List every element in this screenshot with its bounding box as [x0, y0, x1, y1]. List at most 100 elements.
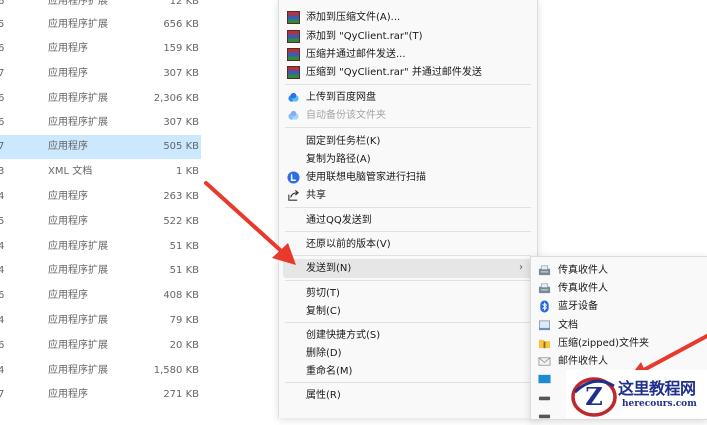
- menu-item-share[interactable]: 共享: [279, 186, 537, 205]
- file-date: 6: [0, 117, 5, 128]
- menu-item-delete[interactable]: 删除(D): [279, 344, 537, 363]
- desktop-icon: [538, 374, 551, 384]
- file-date: 6: [0, 340, 5, 351]
- file-size: 263 KB: [163, 191, 199, 202]
- menu-item-label: 通过QQ发送到: [306, 215, 372, 226]
- fax-icon: [538, 283, 551, 294]
- file-row[interactable]: 6 应用程序扩展 12 KB: [0, 0, 201, 14]
- file-size: 271 KB: [163, 389, 199, 400]
- file-row[interactable]: 7 应用程序 271 KB: [0, 383, 201, 407]
- file-date: 3: [0, 166, 5, 177]
- menu-item-properties[interactable]: 属性(R): [279, 386, 537, 405]
- menu-item-restore-versions[interactable]: 还原以前的版本(V): [279, 235, 537, 254]
- file-date: 7: [0, 389, 5, 400]
- file-row[interactable]: 6 应用程序扩展 2,306 KB: [0, 87, 201, 111]
- file-size: 522 KB: [163, 216, 199, 227]
- file-type: XML 文档: [48, 166, 93, 177]
- menu-item-pin-taskbar[interactable]: 固定到任务栏(K): [279, 132, 537, 151]
- menu-separator: [285, 84, 531, 85]
- file-row[interactable]: 4 应用程序 263 KB: [0, 185, 201, 209]
- file-size: 307 KB: [163, 68, 199, 79]
- menu-item-add-to-rar[interactable]: 添加到 "QyClient.rar"(T): [279, 27, 537, 46]
- file-date: 4: [0, 315, 5, 326]
- baidu-netdisk-icon: [288, 110, 299, 120]
- file-row-selected[interactable]: 7 应用程序 505 KB: [0, 135, 201, 159]
- zip-folder-icon: [538, 339, 551, 349]
- file-type: 应用程序: [48, 68, 88, 79]
- file-date: 6: [0, 290, 5, 301]
- file-row[interactable]: 6 应用程序 159 KB: [0, 37, 201, 61]
- file-type: 应用程序: [48, 191, 88, 202]
- menu-item-copy[interactable]: 复制(C): [279, 302, 537, 321]
- winrar-icon: [287, 48, 300, 61]
- menu-item-upload-baidu[interactable]: 上传到百度网盘: [279, 88, 537, 107]
- watermark-url: herecours.com: [622, 399, 697, 409]
- menu-item-label: 压缩并通过邮件发送...: [306, 49, 406, 60]
- menu-item-rename[interactable]: 重命名(M): [279, 362, 537, 381]
- menu-separator: [285, 382, 531, 383]
- menu-separator: [285, 231, 531, 232]
- bluetooth-icon: [540, 300, 549, 313]
- submenu-item-documents[interactable]: 文档: [531, 316, 707, 335]
- file-row[interactable]: 4 应用程序扩展 51 KB: [0, 259, 201, 283]
- file-row[interactable]: 4 应用程序扩展 1,580 KB: [0, 359, 201, 383]
- file-type: 应用程序: [48, 290, 88, 301]
- menu-item-label: 共享: [306, 190, 326, 201]
- menu-separator: [285, 207, 531, 208]
- file-row[interactable]: 7 应用程序 307 KB: [0, 62, 201, 86]
- menu-item-compress-email[interactable]: 压缩并通过邮件发送...: [279, 45, 537, 64]
- winrar-icon: [287, 11, 300, 24]
- file-type: 应用程序扩展: [48, 0, 108, 7]
- menu-item-send-to[interactable]: 发送到(N) ›: [283, 259, 533, 278]
- submenu-item-mail[interactable]: 邮件收件人: [531, 352, 707, 371]
- file-row[interactable]: 5 应用程序扩展 656 KB: [0, 13, 201, 37]
- file-type: 应用程序扩展: [48, 265, 108, 276]
- file-type: 应用程序扩展: [48, 315, 108, 326]
- file-size: 408 KB: [163, 290, 199, 301]
- submenu-item-zip-folder[interactable]: 压缩(zipped)文件夹: [531, 334, 707, 353]
- menu-item-cut[interactable]: 剪切(T): [279, 284, 537, 303]
- file-row[interactable]: 4 应用程序扩展 79 KB: [0, 309, 201, 333]
- file-type: 应用程序扩展: [48, 19, 108, 30]
- context-menu: 添加到压缩文件(A)... 添加到 "QyClient.rar"(T) 压缩并通…: [278, 0, 538, 418]
- menu-item-label: 剪切(T): [306, 288, 340, 299]
- submenu-item-fax[interactable]: 传真收件人: [531, 261, 707, 280]
- file-size: 51 KB: [169, 265, 199, 276]
- file-size: 2,306 KB: [153, 93, 199, 104]
- menu-item-compress-rar-email[interactable]: 压缩到 "QyClient.rar" 并通过邮件发送: [279, 63, 537, 82]
- menu-item-auto-backup[interactable]: 自动备份该文件夹: [279, 106, 537, 125]
- menu-item-send-via-qq[interactable]: 通过QQ发送到: [279, 211, 537, 230]
- submenu-item-label: 传真收件人: [558, 265, 608, 276]
- file-date: 4: [0, 265, 5, 276]
- file-row[interactable]: 6 应用程序 408 KB: [0, 284, 201, 308]
- menu-item-lenovo-scan[interactable]: 使用联想电脑管家进行扫描: [279, 168, 537, 187]
- file-row[interactable]: 5 应用程序 522 KB: [0, 210, 201, 234]
- menu-item-label: 复制为路径(A): [306, 154, 371, 165]
- submenu-item-fax[interactable]: 传真收件人: [531, 279, 707, 298]
- menu-item-create-shortcut[interactable]: 创建快捷方式(S): [279, 326, 537, 345]
- file-size: 1,580 KB: [153, 365, 199, 376]
- menu-item-label: 添加到压缩文件(A)...: [306, 12, 401, 23]
- file-row[interactable]: 3 XML 文档 1 KB: [0, 160, 201, 184]
- menu-item-label: 删除(D): [306, 348, 342, 359]
- file-date: 7: [0, 68, 5, 79]
- winrar-icon: [287, 66, 300, 79]
- menu-separator: [285, 280, 531, 281]
- menu-item-label: 上传到百度网盘: [306, 92, 376, 103]
- menu-separator: [285, 255, 531, 256]
- menu-item-copy-path[interactable]: 复制为路径(A): [279, 150, 537, 169]
- file-date: 4: [0, 365, 5, 376]
- file-type: 应用程序: [48, 216, 88, 227]
- file-row[interactable]: 6 应用程序扩展 20 KB: [0, 334, 201, 358]
- file-date: 7: [0, 141, 5, 152]
- submenu-item-bluetooth[interactable]: 蓝牙设备: [531, 297, 707, 316]
- file-size: 51 KB: [169, 241, 199, 252]
- file-row[interactable]: 6 应用程序扩展 307 KB: [0, 111, 201, 135]
- watermark: Z 这里教程网 herecours.com: [566, 370, 707, 418]
- file-type: 应用程序扩展: [48, 93, 108, 104]
- menu-item-add-to-archive[interactable]: 添加到压缩文件(A)...: [279, 8, 537, 27]
- file-row[interactable]: 4 应用程序扩展 51 KB: [0, 235, 201, 259]
- menu-item-label: 发送到(N): [306, 263, 352, 274]
- drive-icon: [538, 396, 551, 401]
- file-size: 79 KB: [169, 315, 199, 326]
